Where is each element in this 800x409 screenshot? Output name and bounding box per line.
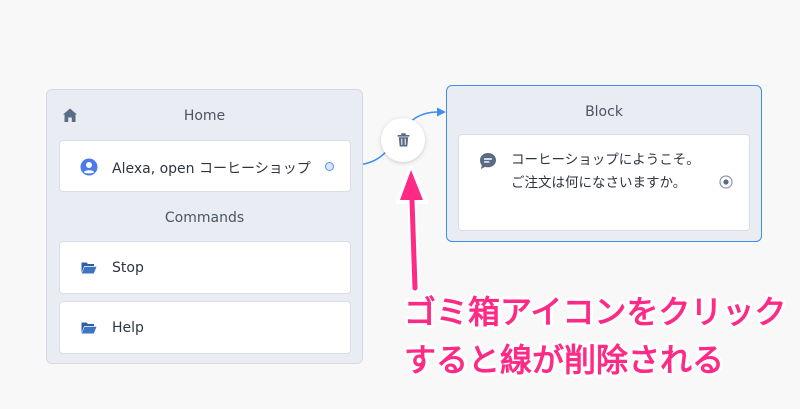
speech-text: コーヒーショップにようこそ。ご注文は何になさいますか。: [511, 152, 700, 191]
output-port[interactable]: [325, 162, 334, 171]
folder-open-icon: [81, 322, 97, 334]
home-title: Home: [183, 108, 226, 124]
radio-icon[interactable]: [719, 175, 733, 189]
launch-intent-card[interactable]: Alexa, open コーヒーショップ: [59, 140, 351, 192]
command-label-stop: Stop: [112, 260, 144, 276]
user-circle-icon: [80, 158, 98, 176]
trash-icon: [397, 133, 409, 147]
annotation-line-1: ゴミ箱アイコンをクリック: [404, 293, 787, 331]
home-block[interactable]: Home Alexa, open コーヒーショップ Commands Stop …: [46, 89, 363, 364]
annotation-line-2: すると線が削除される: [404, 341, 725, 379]
folder-open-icon: [81, 262, 97, 274]
command-help[interactable]: Help: [59, 301, 351, 354]
command-stop[interactable]: Stop: [59, 241, 351, 294]
block-title: Block: [585, 104, 623, 120]
delete-connection-button[interactable]: [381, 118, 425, 162]
speech-step-card[interactable]: コーヒーショップにようこそ。ご注文は何になさいますか。: [458, 134, 750, 231]
intent-label: Alexa, open コーヒーショップ: [112, 161, 311, 177]
speech-bubble-icon: [480, 153, 496, 169]
commands-title: Commands: [164, 210, 245, 226]
command-label-help: Help: [112, 320, 144, 336]
speech-block[interactable]: Block コーヒーショップにようこそ。ご注文は何になさいますか。: [446, 85, 762, 242]
